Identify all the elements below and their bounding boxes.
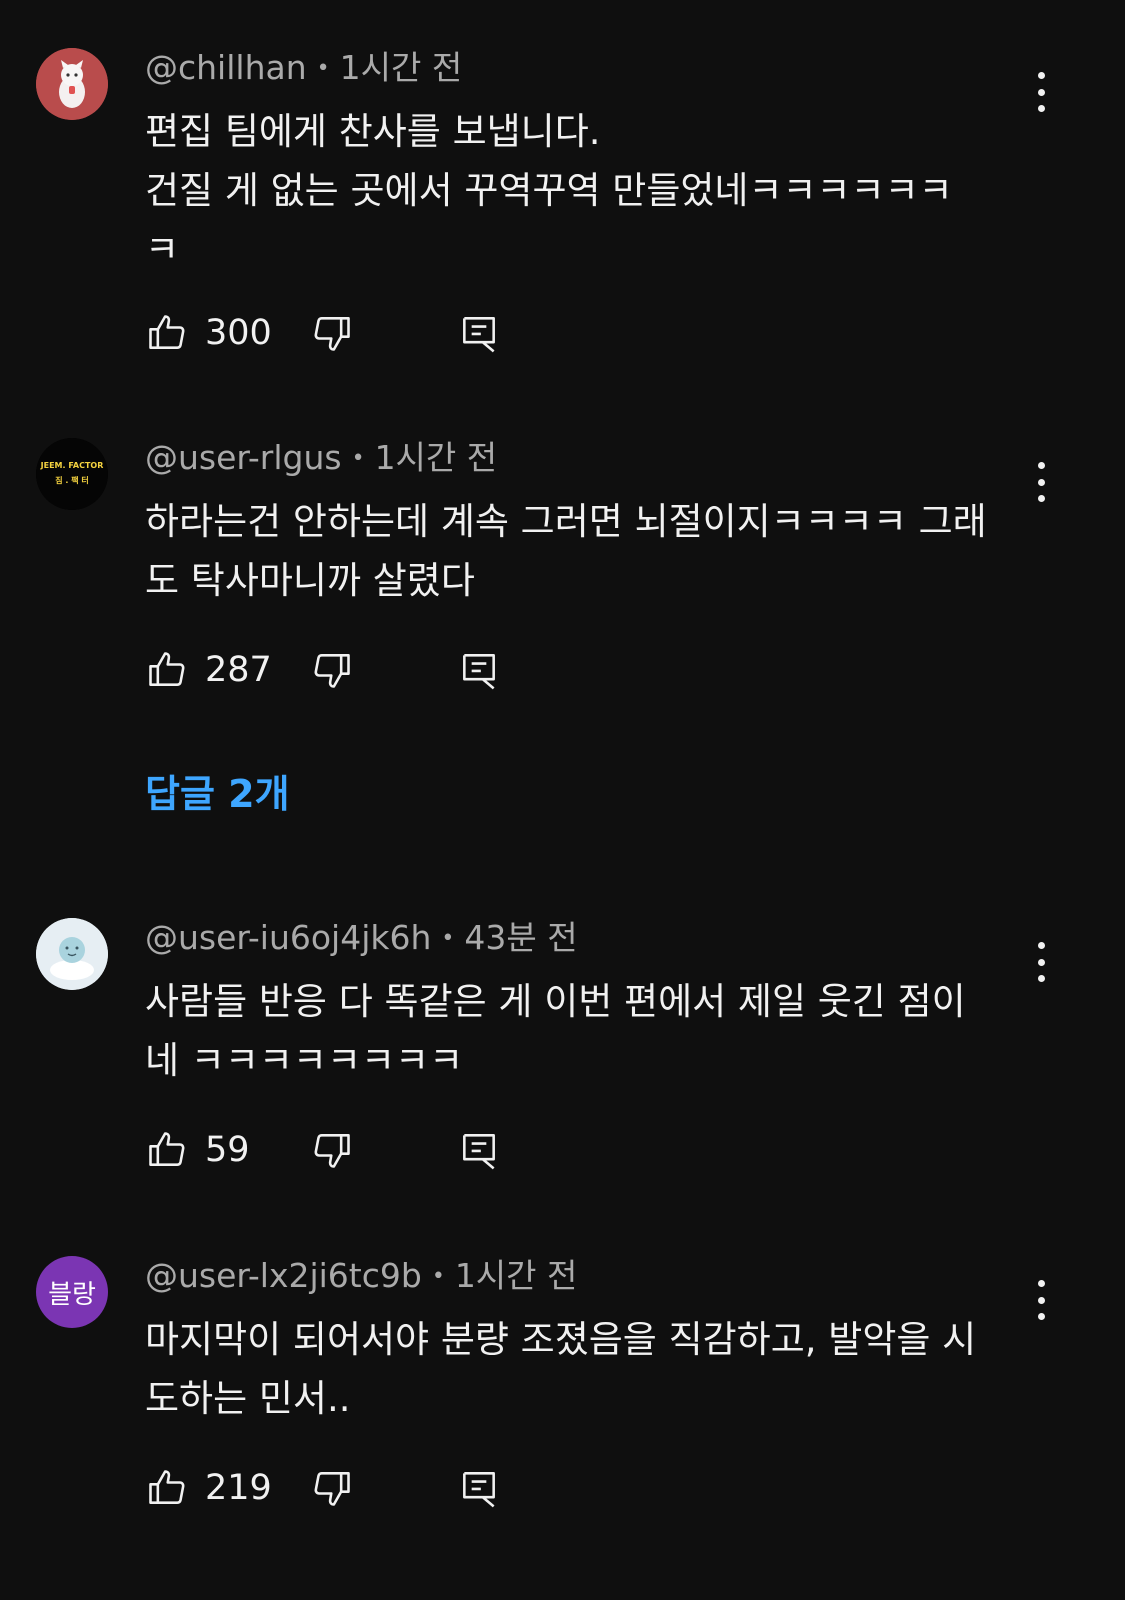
comment-text: 편집 팀에게 찬사를 보냅니다. 건질 게 없는 곳에서 꾸역꾸역 만들었네ㅋㅋ…	[145, 110, 953, 271]
reply-button[interactable]	[457, 648, 501, 692]
timestamp[interactable]: 1시간 전	[340, 48, 463, 87]
separator-dot: •	[441, 926, 455, 951]
thumbs-up-icon	[149, 315, 185, 349]
author-name[interactable]: @user-rlgus	[145, 438, 342, 477]
comment-reply-icon	[463, 317, 495, 353]
reply-button[interactable]	[457, 311, 501, 355]
svg-text:JEEM. FACTOR: JEEM. FACTOR	[40, 461, 104, 470]
reply-button[interactable]	[457, 1466, 501, 1510]
comment-meta: @chillhan • 1시간 전	[145, 48, 462, 89]
timestamp[interactable]: 1시간 전	[375, 438, 498, 477]
dislike-button[interactable]	[310, 648, 354, 692]
comment-reply-icon	[463, 1472, 495, 1508]
separator-dot: •	[316, 56, 330, 81]
dislike-button[interactable]	[310, 1466, 354, 1510]
dislike-button[interactable]	[310, 311, 354, 355]
comment-meta: @user-iu6oj4jk6h • 43분 전	[145, 918, 578, 959]
thumbs-down-icon	[314, 1134, 350, 1168]
author-name[interactable]: @chillhan	[145, 48, 307, 87]
comment-text: 마지막이 되어서야 분량 조졌음을 직감하고, 발악을 시 도하는 민서..	[145, 1318, 977, 1420]
like-button[interactable]	[145, 1466, 189, 1510]
thumbs-down-icon	[314, 317, 350, 351]
comment-text: 하라는건 안하는데 계속 그러면 뇌절이지ㅋㅋㅋㅋ 그래 도 탁사마니까 살렸다	[145, 500, 987, 602]
view-replies-link[interactable]: 답글 2개	[145, 770, 290, 818]
author-name[interactable]: @user-iu6oj4jk6h	[145, 918, 431, 957]
reply-button[interactable]	[457, 1128, 501, 1172]
like-button[interactable]	[145, 311, 189, 355]
author-name[interactable]: @user-lx2ji6tc9b	[145, 1256, 422, 1295]
like-count: 287	[205, 650, 272, 690]
comment-actions: 219	[145, 1466, 545, 1510]
thumbs-up-icon	[149, 652, 185, 686]
comment-meta: @user-rlgus • 1시간 전	[145, 438, 497, 479]
more-options-icon[interactable]	[1035, 72, 1047, 112]
thumbs-down-icon	[314, 654, 350, 688]
thumbs-up-icon	[149, 1470, 185, 1504]
comment-actions: 287	[145, 648, 545, 692]
cloud-character-icon	[36, 918, 108, 990]
separator-dot: •	[351, 446, 365, 471]
comment-reply-icon	[463, 1134, 495, 1170]
like-count: 219	[205, 1468, 272, 1508]
more-options-icon[interactable]	[1035, 462, 1047, 502]
avatar[interactable]	[36, 48, 108, 120]
like-button[interactable]	[145, 1128, 189, 1172]
separator-dot: •	[431, 1264, 445, 1289]
svg-text:짐 . 팩 터: 짐 . 팩 터	[55, 475, 88, 485]
dislike-button[interactable]	[310, 1128, 354, 1172]
jeem-factor-logo: JEEM. FACTOR 짐 . 팩 터	[36, 438, 108, 510]
comment-actions: 59	[145, 1128, 545, 1172]
more-options-icon[interactable]	[1035, 942, 1047, 982]
thumbs-up-icon	[149, 1132, 185, 1166]
avatar-initials: 블랑	[48, 1279, 96, 1310]
comment-actions: 300	[145, 311, 545, 355]
cat-avatar-icon	[36, 48, 108, 120]
avatar[interactable]: JEEM. FACTOR 짐 . 팩 터	[36, 438, 108, 510]
avatar[interactable]: 블랑	[36, 1256, 108, 1328]
avatar[interactable]	[36, 918, 108, 990]
like-button[interactable]	[145, 648, 189, 692]
like-count: 59	[205, 1130, 250, 1170]
comment-reply-icon	[463, 654, 495, 690]
timestamp[interactable]: 43분 전	[464, 918, 577, 957]
timestamp[interactable]: 1시간 전	[455, 1256, 578, 1295]
comment-meta: @user-lx2ji6tc9b • 1시간 전	[145, 1256, 577, 1297]
like-count: 300	[205, 313, 272, 353]
thumbs-down-icon	[314, 1472, 350, 1506]
more-options-icon[interactable]	[1035, 1280, 1047, 1320]
comment-text: 사람들 반응 다 똑같은 게 이번 편에서 제일 웃긴 점이 네 ㅋㅋㅋㅋㅋㅋㅋ…	[145, 980, 966, 1082]
